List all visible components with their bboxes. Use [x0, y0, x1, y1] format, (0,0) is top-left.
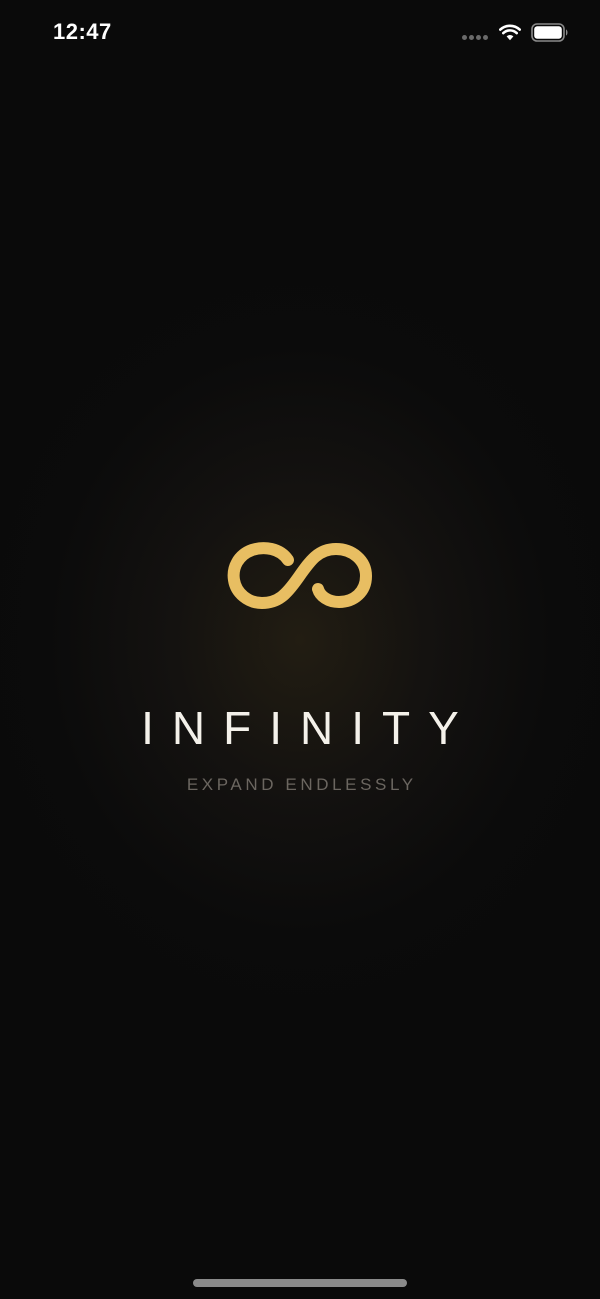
battery-icon: [531, 23, 568, 42]
home-indicator[interactable]: [193, 1279, 407, 1287]
splash-screen: 12:47 INFINITY EXPAND ENDLESSLY: [0, 0, 600, 1299]
infinity-logo-icon: [227, 542, 372, 609]
wifi-icon: [499, 24, 521, 41]
status-bar: 12:47: [0, 0, 600, 66]
cellular-dots-icon: [462, 35, 490, 41]
brand-title: INFINITY: [141, 702, 477, 754]
status-time: 12:47: [53, 19, 112, 44]
brand-tagline: EXPAND ENDLESSLY: [186, 775, 417, 794]
